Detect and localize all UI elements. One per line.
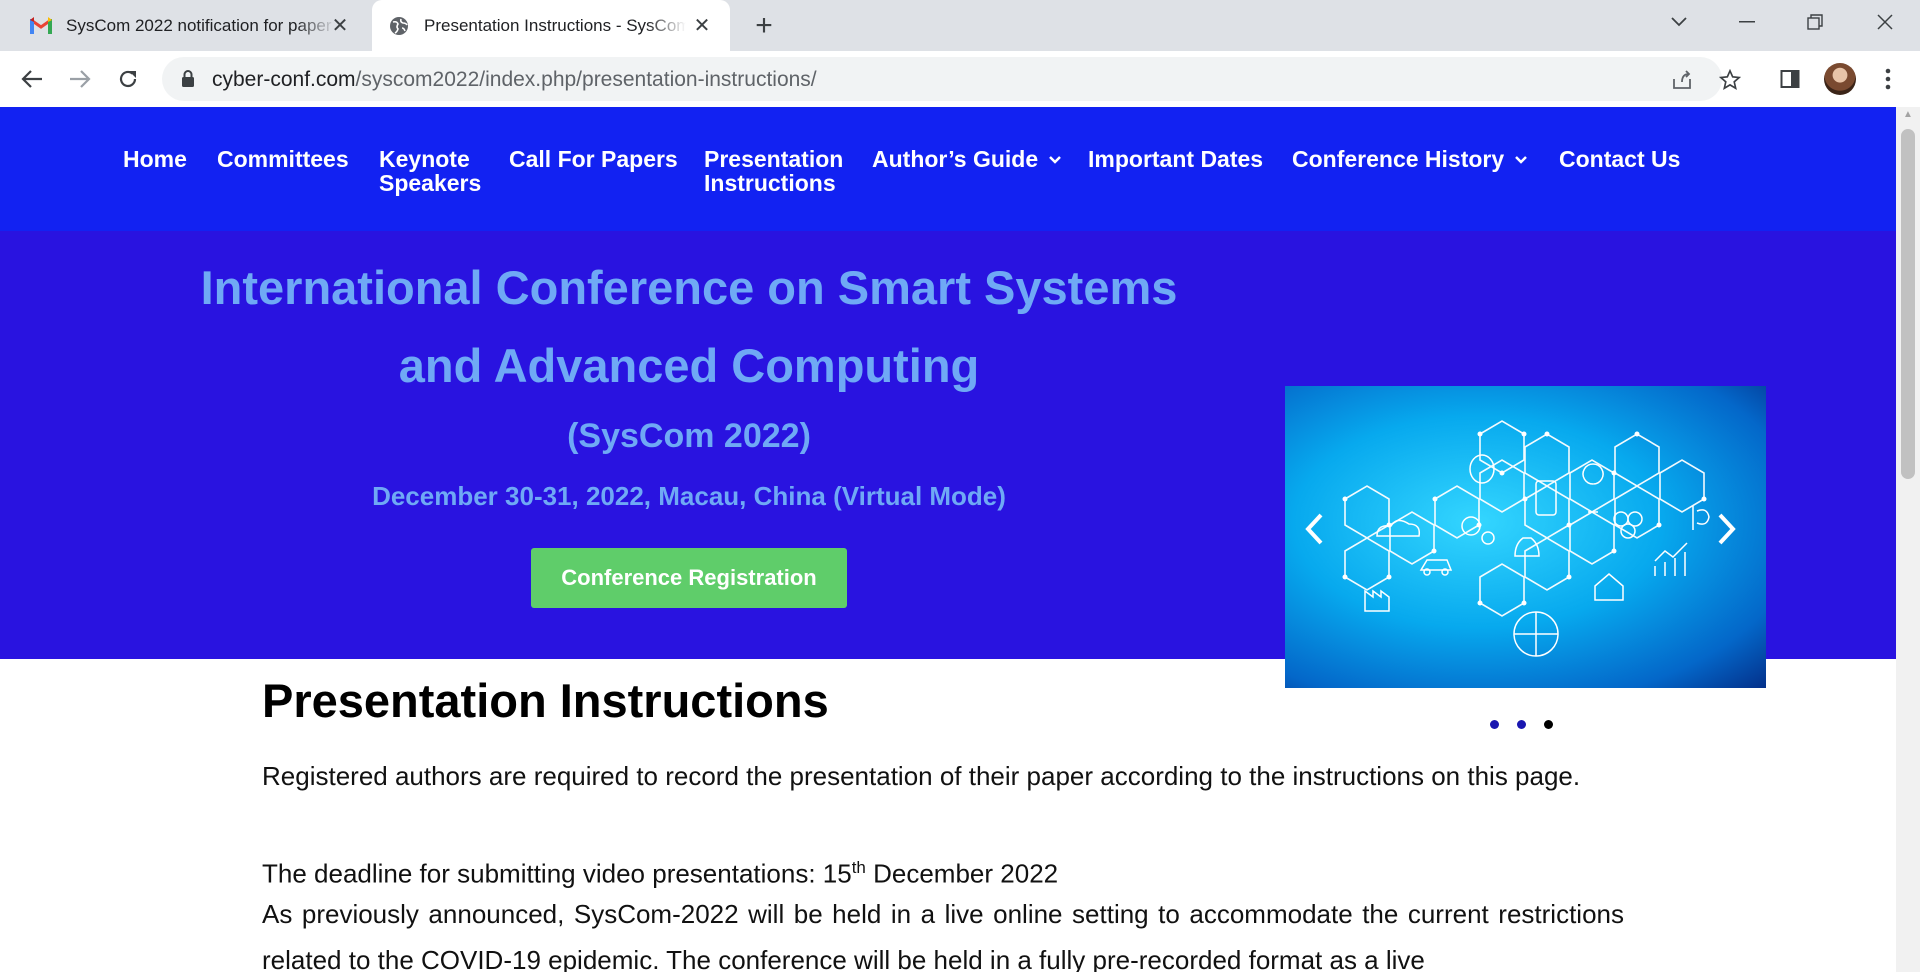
address-bar[interactable]: cyber-conf.com/syscom2022/index.php/pres… <box>162 57 1741 101</box>
paragraph-format: As previously announced, SysCom-2022 wil… <box>262 899 1624 972</box>
conference-title-line2: and Advanced Computing <box>398 339 980 392</box>
chevron-down-icon <box>1048 149 1062 173</box>
nav-call-for-papers[interactable]: Call For Papers <box>509 147 678 171</box>
slider-pagination <box>1490 720 1553 729</box>
url-path: /syscom2022/index.php/presentation-instr… <box>355 68 817 91</box>
bookmark-star-icon[interactable] <box>1716 66 1744 94</box>
technology-hexagon-illustration <box>1342 420 1710 657</box>
scrollbar-thumb[interactable] <box>1901 129 1915 479</box>
nav-presentation-instructions[interactable]: Presentation Instructions <box>704 147 843 195</box>
url-text[interactable]: cyber-conf.com/syscom2022/index.php/pres… <box>212 68 817 92</box>
nav-label-line1: Presentation <box>704 146 844 172</box>
browser-tab-gmail[interactable]: SysCom 2022 notification for paper ✕ <box>18 0 368 51</box>
conference-dates: December 30-31, 2022, Macau, China (Virt… <box>372 481 1006 511</box>
nav-label: Committees <box>217 146 349 172</box>
gmail-icon <box>30 15 52 37</box>
minimize-icon[interactable] <box>1726 4 1768 40</box>
slider-next-arrow-icon[interactable] <box>1717 512 1747 556</box>
page-scrollbar[interactable]: ▲ <box>1896 107 1920 972</box>
nav-label: Important Dates <box>1088 146 1264 172</box>
slider-prev-arrow-icon[interactable] <box>1304 512 1334 556</box>
nav-label: Home <box>123 146 187 172</box>
slider-dot-2[interactable] <box>1517 720 1526 729</box>
nav-home[interactable]: Home <box>123 147 187 171</box>
nav-conference-history[interactable]: Conference History <box>1292 147 1528 173</box>
ordinal-suffix: th <box>851 858 866 877</box>
conference-acronym: (SysCom 2022) <box>567 417 811 455</box>
nav-label: Call For Papers <box>509 146 678 172</box>
slider-dot-1[interactable] <box>1490 720 1499 729</box>
nav-keynote-speakers[interactable]: Keynote Speakers <box>379 147 481 195</box>
paragraph-deadline: The deadline for submitting video presen… <box>262 845 1624 897</box>
tab-title: SysCom 2022 notification for paper <box>66 15 332 35</box>
conference-title: International Conference on Smart System… <box>120 249 1258 405</box>
side-panel-icon[interactable] <box>1774 63 1806 95</box>
url-host: cyber-conf.com <box>212 68 356 91</box>
lock-icon[interactable] <box>180 69 200 89</box>
nav-label-line2: Speakers <box>379 170 482 196</box>
browser-toolbar: cyber-conf.com/syscom2022/index.php/pres… <box>0 51 1920 108</box>
hero-banner: International Conference on Smart System… <box>0 231 1896 729</box>
more-menu-icon[interactable] <box>1872 63 1904 95</box>
nav-label-line2: Instructions <box>704 170 836 196</box>
forward-icon[interactable] <box>62 61 98 97</box>
new-tab-icon[interactable]: + <box>748 9 780 42</box>
close-window-icon[interactable] <box>1864 4 1906 40</box>
nav-label: Contact Us <box>1559 146 1681 172</box>
share-icon[interactable] <box>1668 66 1696 94</box>
chevron-down-icon <box>1514 149 1528 173</box>
conference-title-line1: International Conference on Smart System… <box>200 261 1178 314</box>
nav-contact-us[interactable]: Contact Us <box>1559 147 1680 171</box>
page-title: Presentation Instructions <box>262 674 829 727</box>
paragraph-intro: Registered authors are required to recor… <box>262 761 1581 791</box>
back-icon[interactable] <box>14 61 50 97</box>
conference-registration-button[interactable]: Conference Registration <box>531 548 847 608</box>
nav-label: Author’s Guide <box>872 146 1039 172</box>
reload-icon[interactable] <box>110 61 146 97</box>
slider-dot-3[interactable] <box>1544 720 1553 729</box>
nav-committees[interactable]: Committees <box>217 147 349 171</box>
tab-search-icon[interactable] <box>1658 4 1700 40</box>
nav-label-line1: Keynote <box>379 146 470 172</box>
tab-title: Presentation Instructions - SysCom <box>424 15 686 35</box>
globe-icon <box>388 15 410 37</box>
nav-important-dates[interactable]: Important Dates <box>1088 147 1263 171</box>
nav-authors-guide[interactable]: Author’s Guide <box>872 147 1062 173</box>
nav-label: Conference History <box>1292 146 1505 172</box>
scroll-up-arrow-icon[interactable]: ▲ <box>1896 109 1920 125</box>
deadline-month: December 2022 <box>865 858 1059 889</box>
close-tab-icon[interactable]: ✕ <box>690 13 714 37</box>
deadline-text: The deadline for submitting video presen… <box>262 858 852 889</box>
browser-tab-strip: SysCom 2022 notification for paper ✕ Pre… <box>0 0 1920 51</box>
browser-tab-presentation[interactable]: Presentation Instructions - SysCom ✕ <box>372 0 730 51</box>
image-slider <box>1285 386 1766 688</box>
page-viewport: Home Committees Keynote Speakers Call Fo… <box>0 107 1896 972</box>
profile-avatar[interactable] <box>1824 63 1856 95</box>
close-tab-icon[interactable]: ✕ <box>328 13 352 37</box>
site-navigation: Home Committees Keynote Speakers Call Fo… <box>0 107 1896 231</box>
restore-icon[interactable] <box>1794 4 1836 40</box>
